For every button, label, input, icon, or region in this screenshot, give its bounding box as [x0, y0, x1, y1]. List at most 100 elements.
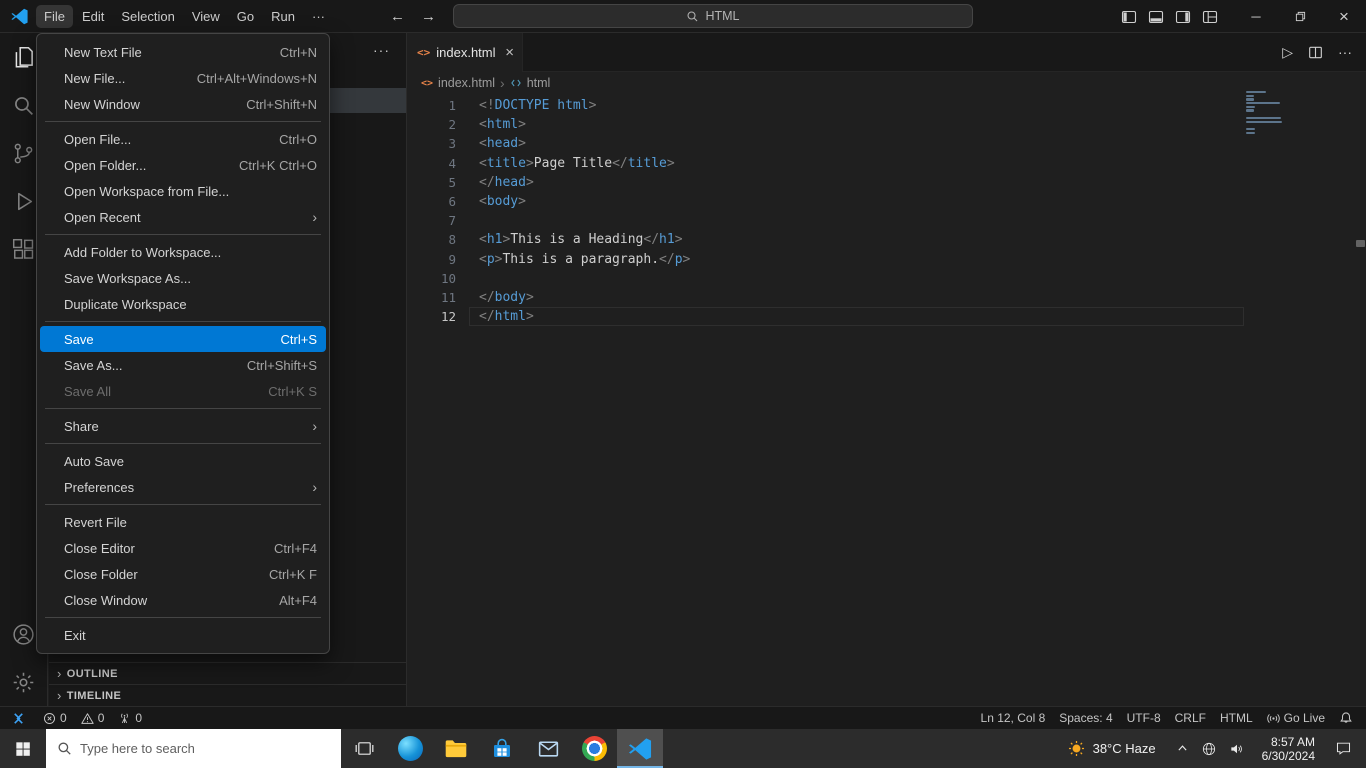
status-errors[interactable]: 0: [36, 707, 74, 729]
menu-separator: [45, 504, 321, 505]
menu-item-close-editor[interactable]: Close Editor Ctrl+F4: [40, 535, 326, 561]
breadcrumb-file[interactable]: index.html: [438, 76, 495, 90]
taskbar-vscode[interactable]: [617, 729, 663, 768]
menu-separator: [45, 121, 321, 122]
taskbar-edge[interactable]: [387, 729, 433, 768]
menubar-item-selection[interactable]: Selection: [113, 5, 182, 28]
taskbar-task-view[interactable]: [341, 729, 387, 768]
taskbar-file-explorer[interactable]: [433, 729, 479, 768]
taskbar-clock[interactable]: 8:57 AM 6/30/2024: [1253, 735, 1324, 763]
start-button[interactable]: [0, 729, 46, 768]
menu-item-save-workspace-as[interactable]: Save Workspace As...: [40, 265, 326, 291]
sidebar-more-actions-icon[interactable]: ···: [373, 42, 390, 58]
command-center-search[interactable]: HTML: [453, 4, 973, 28]
status-cursor-position[interactable]: Ln 12, Col 8: [974, 707, 1053, 729]
menubar-item-edit[interactable]: Edit: [74, 5, 112, 28]
taskbar-mail[interactable]: [525, 729, 571, 768]
symbol-element-icon: [510, 77, 522, 89]
menu-item-label: Close Folder: [64, 566, 138, 582]
taskbar-store[interactable]: [479, 729, 525, 768]
status-notifications[interactable]: [1332, 707, 1360, 729]
menu-item-open-recent[interactable]: Open Recent ›: [40, 204, 326, 230]
status-go-live[interactable]: Go Live: [1260, 707, 1332, 729]
code-token: >: [666, 155, 675, 171]
minimap-line: [1246, 98, 1255, 101]
status-label: UTF-8: [1126, 711, 1161, 725]
toggle-panel-icon[interactable]: [1148, 9, 1164, 25]
taskbar-chrome[interactable]: [571, 729, 617, 768]
menu-item-save-as[interactable]: Save As... Ctrl+Shift+S: [40, 352, 326, 378]
menu-item-close-window[interactable]: Close Window Alt+F4: [40, 587, 326, 613]
menu-item-open-file[interactable]: Open File... Ctrl+O: [40, 126, 326, 152]
menu-item-open-folder[interactable]: Open Folder... Ctrl+K Ctrl+O: [40, 152, 326, 178]
code-line-10[interactable]: 10: [407, 269, 1366, 288]
code-line-9[interactable]: 9 <p>This is a paragraph.</p>: [407, 250, 1366, 269]
code-line-7[interactable]: 7: [407, 211, 1366, 230]
menubar-item-view[interactable]: View: [184, 5, 228, 28]
code-token: </: [479, 289, 495, 305]
menu-item-close-folder[interactable]: Close Folder Ctrl+K F: [40, 561, 326, 587]
menu-item-exit[interactable]: Exit: [40, 622, 326, 648]
menu-item-new-text-file[interactable]: New Text File Ctrl+N: [40, 39, 326, 65]
menubar-item-run[interactable]: Run: [263, 5, 303, 28]
action-center-button[interactable]: [1324, 740, 1362, 757]
run-preview-icon[interactable]: ▷: [1282, 44, 1293, 61]
menu-item-new-file[interactable]: New File... Ctrl+Alt+Windows+N: [40, 65, 326, 91]
menu-item-auto-save[interactable]: Auto Save: [40, 448, 326, 474]
menu-item-duplicate-workspace[interactable]: Duplicate Workspace: [40, 291, 326, 317]
status-ports[interactable]: 0: [111, 707, 149, 729]
close-button[interactable]: ×: [1322, 0, 1366, 33]
tab-close-icon[interactable]: ×: [505, 44, 514, 61]
code-token: <: [479, 136, 487, 152]
minimize-button[interactable]: ─: [1234, 0, 1278, 33]
code-line-3[interactable]: 3 <head>: [407, 134, 1366, 153]
menu-item-preferences[interactable]: Preferences ›: [40, 474, 326, 500]
code-line-4[interactable]: 4 <title>Page Title</title>: [407, 154, 1366, 173]
split-editor-icon[interactable]: [1308, 45, 1323, 60]
menu-item-add-folder-to-workspace[interactable]: Add Folder to Workspace...: [40, 239, 326, 265]
taskbar-weather[interactable]: 38°C Haze: [1055, 739, 1168, 758]
hidden-icons-chevron-icon[interactable]: [1176, 742, 1189, 755]
code-line-1[interactable]: 1 <!DOCTYPE html>: [407, 96, 1366, 115]
code-line-2[interactable]: 2 <html>: [407, 115, 1366, 134]
toggle-secondary-sidebar-icon[interactable]: [1175, 9, 1191, 25]
tab-index-html[interactable]: <> index.html ×: [407, 33, 523, 72]
code-line-12[interactable]: 12 </html>: [407, 307, 1366, 327]
code-line-11[interactable]: 11 </body>: [407, 288, 1366, 307]
status-remote[interactable]: [0, 707, 36, 729]
more-actions-icon[interactable]: ···: [1338, 44, 1352, 60]
minimap[interactable]: [1246, 91, 1288, 135]
status-indentation[interactable]: Spaces: 4: [1052, 707, 1119, 729]
status-encoding[interactable]: UTF-8: [1120, 707, 1168, 729]
status-eol[interactable]: CRLF: [1168, 707, 1213, 729]
activitybar-settings[interactable]: [0, 658, 48, 706]
menubar-item-more[interactable]: ···: [304, 5, 333, 28]
status-warnings[interactable]: 0: [74, 707, 112, 729]
customize-layout-icon[interactable]: [1202, 9, 1218, 25]
back-icon[interactable]: ←: [390, 8, 405, 25]
outline-section-header[interactable]: › OUTLINE: [49, 662, 406, 684]
menu-item-share[interactable]: Share ›: [40, 413, 326, 439]
menu-item-revert-file[interactable]: Revert File: [40, 509, 326, 535]
line-number: 8: [448, 232, 456, 248]
restore-button[interactable]: [1278, 0, 1322, 33]
menubar-item-go[interactable]: Go: [229, 5, 262, 28]
menu-item-label: New File...: [64, 70, 126, 86]
code-line-8[interactable]: 8 <h1>This is a Heading</h1>: [407, 230, 1366, 249]
code-line-5[interactable]: 5 </head>: [407, 173, 1366, 192]
command-center-text: HTML: [705, 9, 740, 23]
menu-item-new-window[interactable]: New Window Ctrl+Shift+N: [40, 91, 326, 117]
taskbar-search-box[interactable]: [46, 729, 341, 768]
timeline-section-header[interactable]: › TIMELINE: [49, 684, 406, 706]
menu-item-open-workspace-from-file[interactable]: Open Workspace from File...: [40, 178, 326, 204]
forward-icon[interactable]: →: [421, 8, 436, 25]
network-icon[interactable]: [1201, 741, 1217, 757]
taskbar-search-input[interactable]: [80, 741, 341, 756]
status-language-mode[interactable]: HTML: [1213, 707, 1260, 729]
code-line-6[interactable]: 6 <body>: [407, 192, 1366, 211]
menu-item-save[interactable]: Save Ctrl+S: [40, 326, 326, 352]
breadcrumb-symbol[interactable]: html: [527, 76, 551, 90]
menubar-item-file[interactable]: File: [36, 5, 73, 28]
volume-icon[interactable]: [1229, 741, 1245, 757]
toggle-primary-sidebar-icon[interactable]: [1121, 9, 1137, 25]
